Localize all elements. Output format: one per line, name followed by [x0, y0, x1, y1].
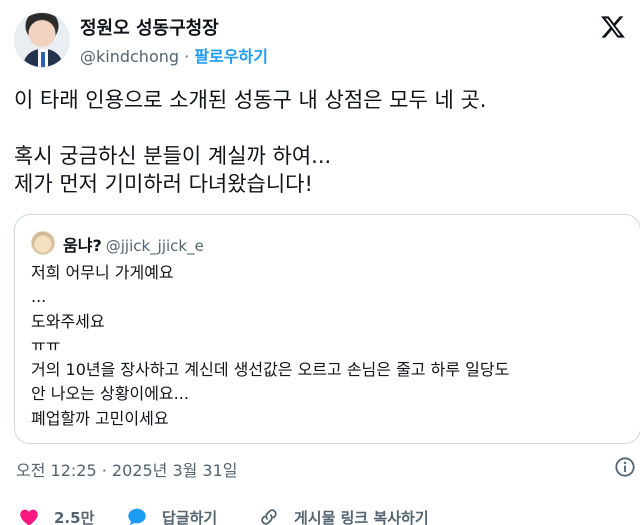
- tweet-header: 정원오 성동구청장 @kindchong · 팔로우하기: [14, 12, 626, 70]
- handle-separator: ·: [184, 47, 190, 66]
- tweet-line: 혹시 궁금하신 분들이 계실까 하여...: [14, 144, 332, 168]
- quoted-post[interactable]: 움냐? @jjick_jjick_e 저희 어무니 가게예요 ... 도와주세요 …: [14, 214, 640, 444]
- post-time: 오전 12:25: [16, 461, 97, 480]
- quoted-line: 거의 10년을 장사하고 계신데 생선값은 오르고 손님은 줄고 하루 일당도: [31, 360, 510, 380]
- info-icon[interactable]: [614, 456, 636, 478]
- author-handle[interactable]: @kindchong: [80, 47, 179, 66]
- timestamp-separator: ·: [101, 461, 107, 480]
- quoted-author-name: 움냐?: [63, 236, 102, 255]
- quoted-author-avatar: [31, 231, 55, 255]
- quoted-author-handle: @jjick_jjick_e: [105, 237, 204, 255]
- x-logo-icon[interactable]: [600, 14, 626, 40]
- copy-link-label: 게시물 링크 복사하기: [294, 508, 429, 525]
- like-button[interactable]: 2.5만: [18, 506, 94, 525]
- quoted-line: ㅠㅠ: [31, 335, 61, 355]
- tweet-text: 이 타래 인용으로 소개된 성동구 내 상점은 모두 네 곳. 혹시 궁금하신 …: [14, 86, 626, 198]
- reply-button[interactable]: 답글하기: [126, 506, 217, 525]
- heart-icon: [20, 509, 38, 525]
- reply-label: 답글하기: [162, 508, 218, 525]
- tweet-line: 제가 먼저 기미하러 다녀왔습니다!: [14, 172, 313, 196]
- post-date: 2025년 3월 31일: [111, 461, 238, 480]
- quoted-line: 도와주세요: [31, 311, 105, 331]
- quoted-line: 안 나오는 상황이에요...: [31, 384, 189, 404]
- tweet-line: 이 타래 인용으로 소개된 성동구 내 상점은 모두 네 곳.: [14, 88, 487, 112]
- post-timestamp[interactable]: 오전 12:25 · 2025년 3월 31일: [16, 457, 238, 481]
- author-handle-row: @kindchong · 팔로우하기: [80, 43, 268, 67]
- quoted-line: 폐업할까 고민이세요: [31, 408, 169, 428]
- copy-link-button[interactable]: 게시물 링크 복사하기: [258, 506, 429, 525]
- follow-button[interactable]: 팔로우하기: [194, 47, 268, 66]
- quoted-line: ...: [31, 287, 47, 307]
- author-name[interactable]: 정원오 성동구청장: [80, 14, 219, 40]
- quoted-text: 저희 어무니 가게예요 ... 도와주세요 ㅠㅠ 거의 10년을 장사하고 계신…: [31, 261, 631, 431]
- author-avatar[interactable]: [14, 12, 70, 68]
- like-count: 2.5만: [54, 508, 95, 525]
- quoted-author-row: 움냐? @jjick_jjick_e: [63, 232, 204, 256]
- reply-bubble-icon: [128, 508, 146, 525]
- quoted-line: 저희 어무니 가게예요: [31, 263, 174, 282]
- link-icon: [261, 509, 277, 525]
